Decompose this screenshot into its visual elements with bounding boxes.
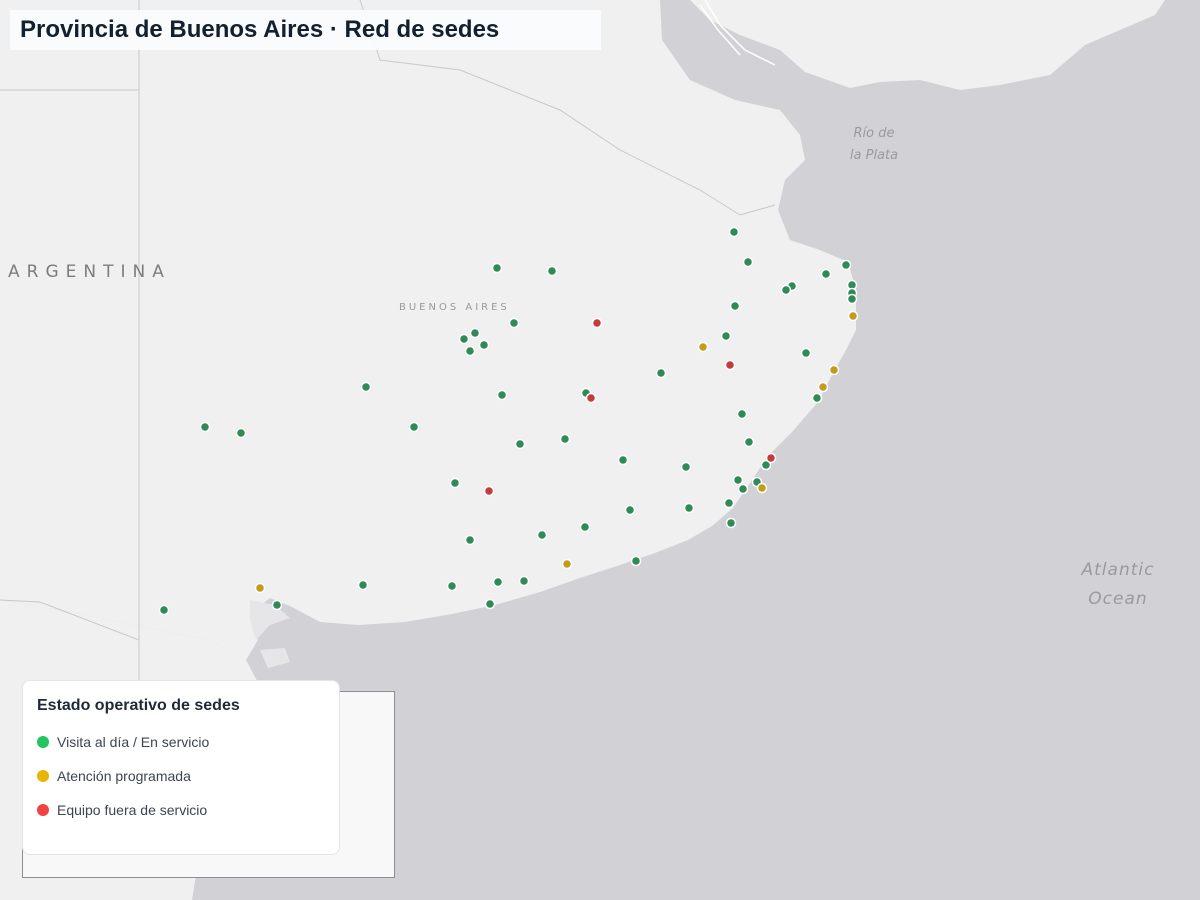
ocean-label-line2: Ocean	[1088, 589, 1148, 609]
station-marker-scheduled[interactable]	[561, 558, 573, 570]
station-marker-ok[interactable]	[728, 226, 740, 238]
station-marker-down[interactable]	[585, 392, 597, 404]
station-marker-ok[interactable]	[464, 345, 476, 357]
station-marker-ok[interactable]	[492, 576, 504, 588]
land-uruguay	[690, 0, 1165, 90]
station-marker-ok[interactable]	[617, 454, 629, 466]
station-marker-ok[interactable]	[496, 389, 508, 401]
station-marker-ok[interactable]	[546, 265, 558, 277]
station-marker-ok[interactable]	[408, 421, 420, 433]
station-marker-ok[interactable]	[720, 330, 732, 342]
legend-item-down: Equipo fuera de servicio	[37, 793, 325, 827]
station-marker-ok[interactable]	[491, 262, 503, 274]
coastal-islands	[250, 600, 290, 668]
province-label: BUENOS AIRES	[399, 302, 510, 313]
legend-item-ok: Visita al día / En servicio	[37, 725, 325, 759]
station-marker-ok[interactable]	[514, 438, 526, 450]
station-marker-ok[interactable]	[357, 579, 369, 591]
station-marker-ok[interactable]	[579, 521, 591, 533]
station-marker-ok[interactable]	[729, 300, 741, 312]
station-marker-ok[interactable]	[743, 436, 755, 448]
station-marker-ok[interactable]	[737, 483, 749, 495]
station-marker-ok[interactable]	[742, 256, 754, 268]
station-marker-scheduled[interactable]	[828, 364, 840, 376]
station-marker-ok[interactable]	[518, 575, 530, 587]
station-marker-down[interactable]	[483, 485, 495, 497]
station-marker-ok[interactable]	[846, 293, 858, 305]
station-marker-ok[interactable]	[780, 284, 792, 296]
station-marker-ok[interactable]	[559, 433, 571, 445]
station-marker-scheduled[interactable]	[697, 341, 709, 353]
station-marker-ok[interactable]	[458, 333, 470, 345]
red-circle-icon	[37, 804, 49, 816]
country-label: ARGENTINA	[8, 262, 171, 282]
station-marker-down[interactable]	[724, 359, 736, 371]
station-marker-scheduled[interactable]	[254, 582, 266, 594]
station-marker-ok[interactable]	[811, 392, 823, 404]
station-marker-scheduled[interactable]	[817, 381, 829, 393]
map-view[interactable]: ARGENTINA BUENOS AIRES Río de la Plata A…	[0, 0, 1200, 900]
station-marker-ok[interactable]	[158, 604, 170, 616]
station-marker-ok[interactable]	[271, 599, 283, 611]
land-mainland	[0, 0, 856, 660]
station-marker-ok[interactable]	[723, 497, 735, 509]
green-circle-icon	[37, 736, 49, 748]
station-marker-ok[interactable]	[800, 347, 812, 359]
station-marker-down[interactable]	[591, 317, 603, 329]
title-bar: Provincia de Buenos Aires · Red de sedes	[10, 10, 601, 50]
river-label-line2: la Plata	[849, 148, 899, 163]
amber-circle-icon	[37, 770, 49, 782]
station-marker-scheduled[interactable]	[756, 482, 768, 494]
station-marker-ok[interactable]	[484, 598, 496, 610]
station-marker-ok[interactable]	[732, 474, 744, 486]
legend-panel: Estado operativo de sedes Visita al día …	[22, 680, 340, 855]
legend-item-label: Atención programada	[57, 768, 191, 784]
station-marker-ok[interactable]	[680, 461, 692, 473]
station-marker-ok[interactable]	[725, 517, 737, 529]
station-marker-scheduled[interactable]	[847, 310, 859, 322]
river-label-line1: Río de	[853, 126, 895, 141]
station-marker-ok[interactable]	[360, 381, 372, 393]
station-marker-ok[interactable]	[840, 259, 852, 271]
station-marker-ok[interactable]	[449, 477, 461, 489]
station-marker-ok[interactable]	[736, 408, 748, 420]
station-marker-ok[interactable]	[235, 427, 247, 439]
station-marker-ok[interactable]	[683, 502, 695, 514]
station-marker-ok[interactable]	[820, 268, 832, 280]
station-marker-ok[interactable]	[478, 339, 490, 351]
station-marker-ok[interactable]	[469, 327, 481, 339]
station-marker-ok[interactable]	[446, 580, 458, 592]
legend-item-label: Visita al día / En servicio	[57, 734, 210, 750]
legend-title: Estado operativo de sedes	[37, 697, 240, 714]
station-marker-ok[interactable]	[624, 504, 636, 516]
station-marker-ok[interactable]	[464, 534, 476, 546]
station-marker-ok[interactable]	[199, 421, 211, 433]
legend-item-scheduled: Atención programada	[37, 759, 325, 793]
station-marker-ok[interactable]	[536, 529, 548, 541]
page-title: Provincia de Buenos Aires · Red de sedes	[20, 16, 500, 43]
legend-item-label: Equipo fuera de servicio	[57, 802, 208, 818]
station-marker-ok[interactable]	[655, 367, 667, 379]
station-marker-ok[interactable]	[630, 555, 642, 567]
station-marker-down[interactable]	[765, 452, 777, 464]
station-marker-ok[interactable]	[508, 317, 520, 329]
ocean-label-line1: Atlantic	[1081, 560, 1155, 580]
